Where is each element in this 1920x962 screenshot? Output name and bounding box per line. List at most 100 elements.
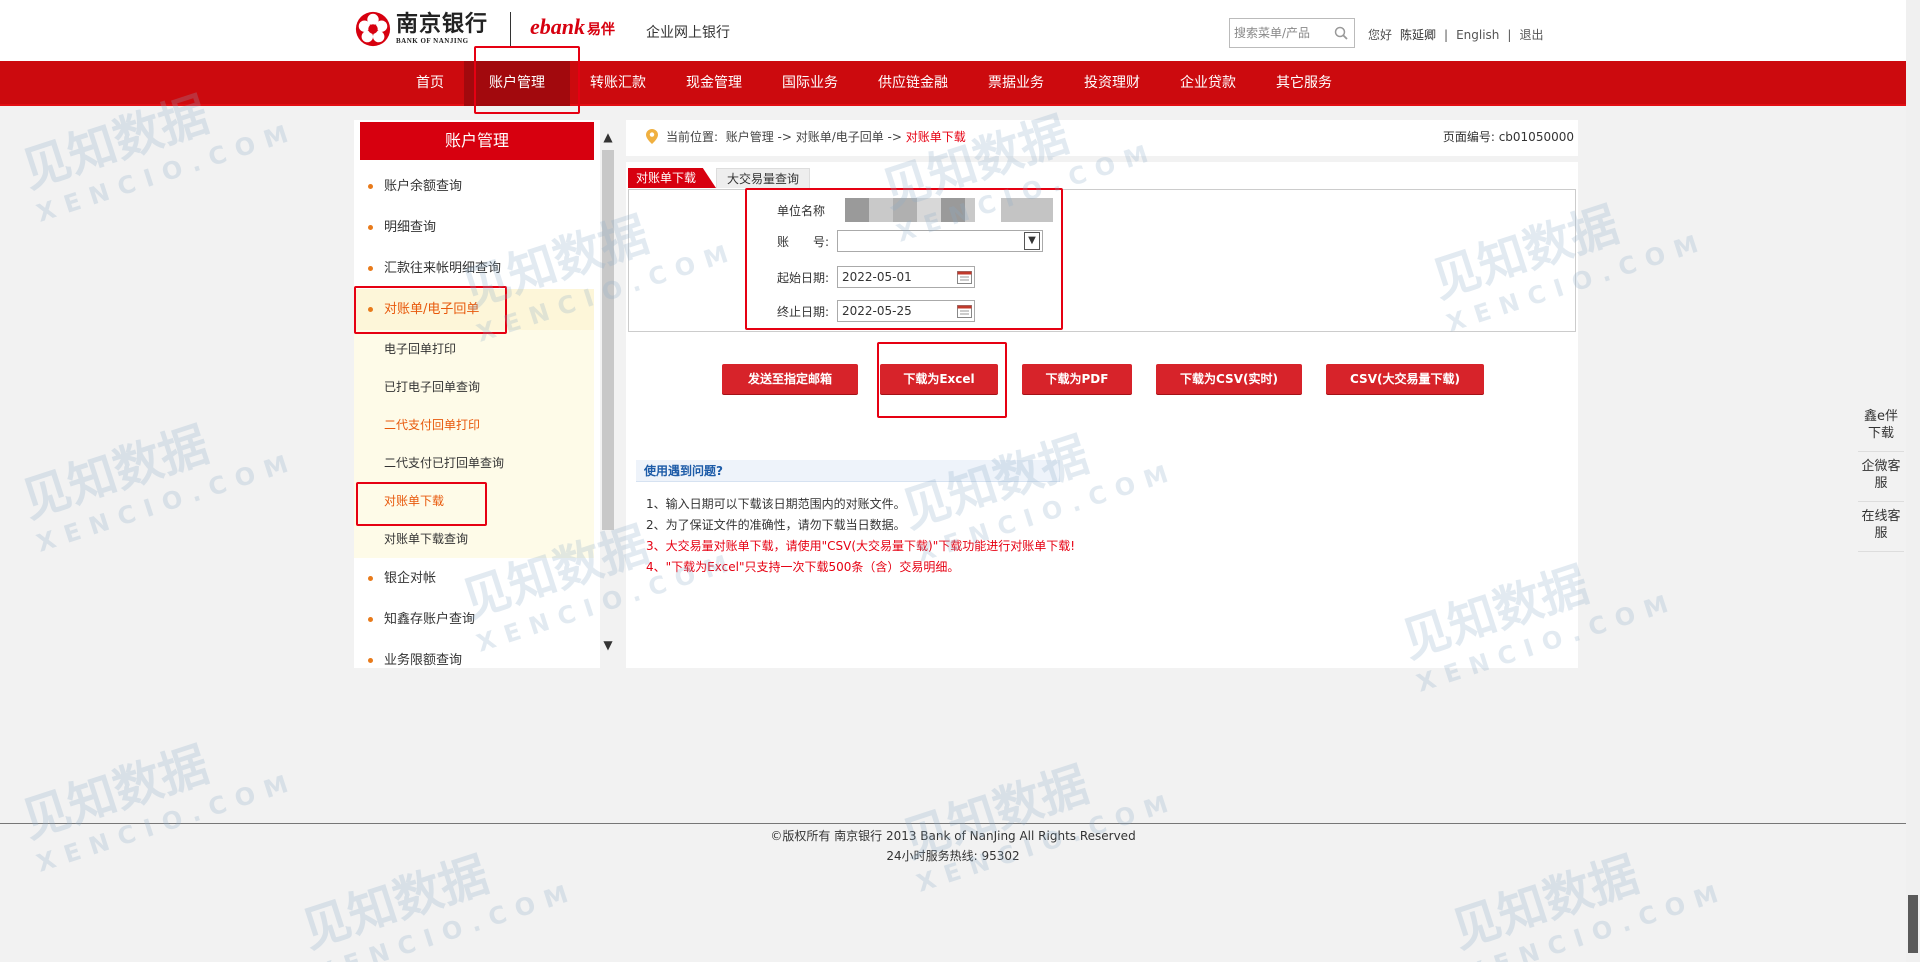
download-csv-large-button[interactable]: CSV(大交易量下载) [1326,364,1484,394]
ebank-logo: ebank 易伴 [530,14,615,40]
search-icon[interactable] [1334,26,1348,40]
download-pdf-button[interactable]: 下载为PDF [1022,364,1132,394]
logout-link[interactable]: 退出 [1519,26,1543,43]
sidebar-scroll-thumb[interactable] [602,150,614,530]
watermark: 见知数据 XENCIO.COM [895,756,1181,898]
breadcrumb: 当前位置: 账户管理 -> 对账单/电子回单 -> 对账单下载 [646,128,966,145]
float-item-online-service[interactable]: 在线客服 [1858,502,1904,552]
watermark: 见知数据 XENCIO.COM [15,416,301,558]
nav-item-loans[interactable]: 企业贷款 [1160,61,1256,106]
bullet-icon [368,184,373,189]
english-link[interactable]: English [1456,28,1499,42]
main-nav: 首页 账户管理 转账汇款 现金管理 国际业务 供应链金融 票据业务 投资理财 企… [0,61,1906,106]
sidebar-subitem-statement-download[interactable]: 对账单下载 [354,482,594,520]
calendar-icon[interactable] [957,270,972,284]
user-name: 陈延卿 [1400,28,1437,42]
start-date-label: 起始日期: [777,270,830,285]
sidebar-submenu: 电子回单打印 已打电子回单查询 二代支付回单打印 二代支付已打回单查询 对账单下… [354,330,594,558]
search-input[interactable] [1234,26,1330,40]
sidebar-item-detail-query[interactable]: 明细查询 [354,207,594,248]
tab-bar: 对账单下载 大交易量查询 [628,168,811,188]
calendar-icon[interactable] [957,304,972,318]
nav-item-supply-chain[interactable]: 供应链金融 [858,61,968,106]
help-note-warning: 4、"下载为Excel"只支持一次下载500条（含）交易明细。 [646,560,960,574]
copyright-text: ©版权所有 南京银行 2013 Bank of NanJing All Righ… [770,829,1136,843]
download-excel-button[interactable]: 下载为Excel [880,364,998,394]
account-select[interactable]: ▼ [837,230,1043,252]
page-scroll-thumb[interactable] [1908,895,1918,953]
end-date-row: 终止日期: 2022-05-25 [777,300,975,322]
breadcrumb-path: 账户管理 -> 对账单/电子回单 -> [725,130,902,144]
chevron-up-icon[interactable]: ▲ [602,130,614,144]
tab-statement-download[interactable]: 对账单下载 [628,168,717,188]
nav-item-account-management[interactable]: 账户管理 [464,61,570,106]
end-date-input[interactable]: 2022-05-25 [837,300,975,322]
divider [626,156,1578,162]
bullet-icon [368,658,373,663]
footer-divider [0,823,1906,824]
unit-name-row: 单位名称 [777,198,1053,222]
sidebar-item-label: 账户余额查询 [384,179,463,194]
start-date-value: 2022-05-01 [842,270,912,284]
sidebar-subitem-e-receipt-print[interactable]: 电子回单打印 [354,330,594,368]
bank-logo[interactable]: 南京银行 BANK OF NANJING [354,10,488,48]
bullet-icon [368,225,373,230]
bullet-icon [368,576,373,581]
nav-item-international[interactable]: 国际业务 [762,61,858,106]
sidebar-subitem-statement-download-query[interactable]: 对账单下载查询 [354,520,594,558]
bullet-icon [368,266,373,271]
end-date-label: 终止日期: [777,304,830,319]
sidebar-item-label: 银企对帐 [384,571,437,586]
page-scrollbar[interactable] [1906,0,1920,962]
sidebar-menu: 账户余额查询 明细查询 汇款往来帐明细查询 对账单/电子回单 电子回单打印 已打… [354,166,594,668]
float-item-wecom-service[interactable]: 企微客服 [1858,452,1904,502]
sidebar-item-remittance-query[interactable]: 汇款往来帐明细查询 [354,248,594,289]
help-note-warning: 3、大交易量对账单下载，请使用"CSV(大交易量下载)"下载功能进行对账单下载! [646,539,1076,553]
user-area: 您好 陈延卿 | English | 退出 [1368,26,1543,43]
help-note: 1、输入日期可以下载该日期范围内的对账文件。 [646,497,906,511]
sidebar-item-label: 对账单/电子回单 [384,302,480,317]
sidebar-subitem-cnaps2-receipt-print[interactable]: 二代支付回单打印 [354,406,594,444]
sidebar-item-label: 明细查询 [384,220,437,235]
chevron-down-icon[interactable]: ▼ [1024,232,1040,250]
sidebar-item-label: 业务限额查询 [384,653,463,668]
hotline-text: 24小时服务热线: 95302 [886,849,1020,863]
sidebar-item-statement-receipt[interactable]: 对账单/电子回单 [354,289,594,330]
sidebar-scrollbar[interactable]: ▲ ▼ [600,120,616,668]
send-email-button[interactable]: 发送至指定邮箱 [722,364,858,394]
help-title[interactable]: 使用遇到问题? [636,460,1060,482]
search-box [1229,18,1355,48]
nav-item-other-services[interactable]: 其它服务 [1256,61,1352,106]
tab-large-volume-query[interactable]: 大交易量查询 [716,168,811,188]
location-pin-icon [646,129,658,144]
account-row: 账 号: ▼ [777,230,1043,252]
bullet-icon [368,617,373,622]
help-notes: 1、输入日期可以下载该日期范围内的对账文件。 2、为了保证文件的准确性，请勿下载… [646,494,1075,578]
nav-item-home[interactable]: 首页 [396,61,464,106]
query-form: 单位名称 账 号: ▼ 起始日期: 2022-05-01 终止日期: 2022-… [628,189,1576,332]
sidebar-item-limit-query[interactable]: 业务限额查询 [354,640,594,668]
sidebar-item-bank-reconciliation[interactable]: 银企对帐 [354,558,594,599]
download-csv-realtime-button[interactable]: 下载为CSV(实时) [1156,364,1302,394]
chevron-down-icon[interactable]: ▼ [602,638,614,652]
nav-item-bills[interactable]: 票据业务 [968,61,1064,106]
nav-item-cash-management[interactable]: 现金管理 [666,61,762,106]
main-content: 当前位置: 账户管理 -> 对账单/电子回单 -> 对账单下载 页面编号: cb… [626,120,1578,668]
footer: ©版权所有 南京银行 2013 Bank of NanJing All Righ… [0,826,1906,866]
sidebar-title: 账户管理 [360,122,594,160]
sidebar-subitem-cnaps2-printed-query[interactable]: 二代支付已打回单查询 [354,444,594,482]
sidebar-subitem-printed-receipt-query[interactable]: 已打电子回单查询 [354,368,594,406]
help-note: 2、为了保证文件的准确性，请勿下载当日数据。 [646,518,906,532]
sidebar-item-zhixincun-query[interactable]: 知鑫存账户查询 [354,599,594,640]
logo-english-name: BANK OF NANJING [396,37,469,45]
floating-service-panel: 鑫e伴下载 企微客服 在线客服 [1858,402,1904,552]
nav-item-transfer[interactable]: 转账汇款 [570,61,666,106]
breadcrumb-prefix: 当前位置: [666,130,719,144]
sidebar-item-label: 汇款往来帐明细查询 [384,261,502,276]
nav-item-investment[interactable]: 投资理财 [1064,61,1160,106]
sidebar-item-balance-query[interactable]: 账户余额查询 [354,166,594,207]
breadcrumb-current: 对账单下载 [905,130,966,144]
unit-name-value-redacted [1001,198,1053,222]
float-item-app-download[interactable]: 鑫e伴下载 [1858,402,1904,452]
start-date-input[interactable]: 2022-05-01 [837,266,975,288]
